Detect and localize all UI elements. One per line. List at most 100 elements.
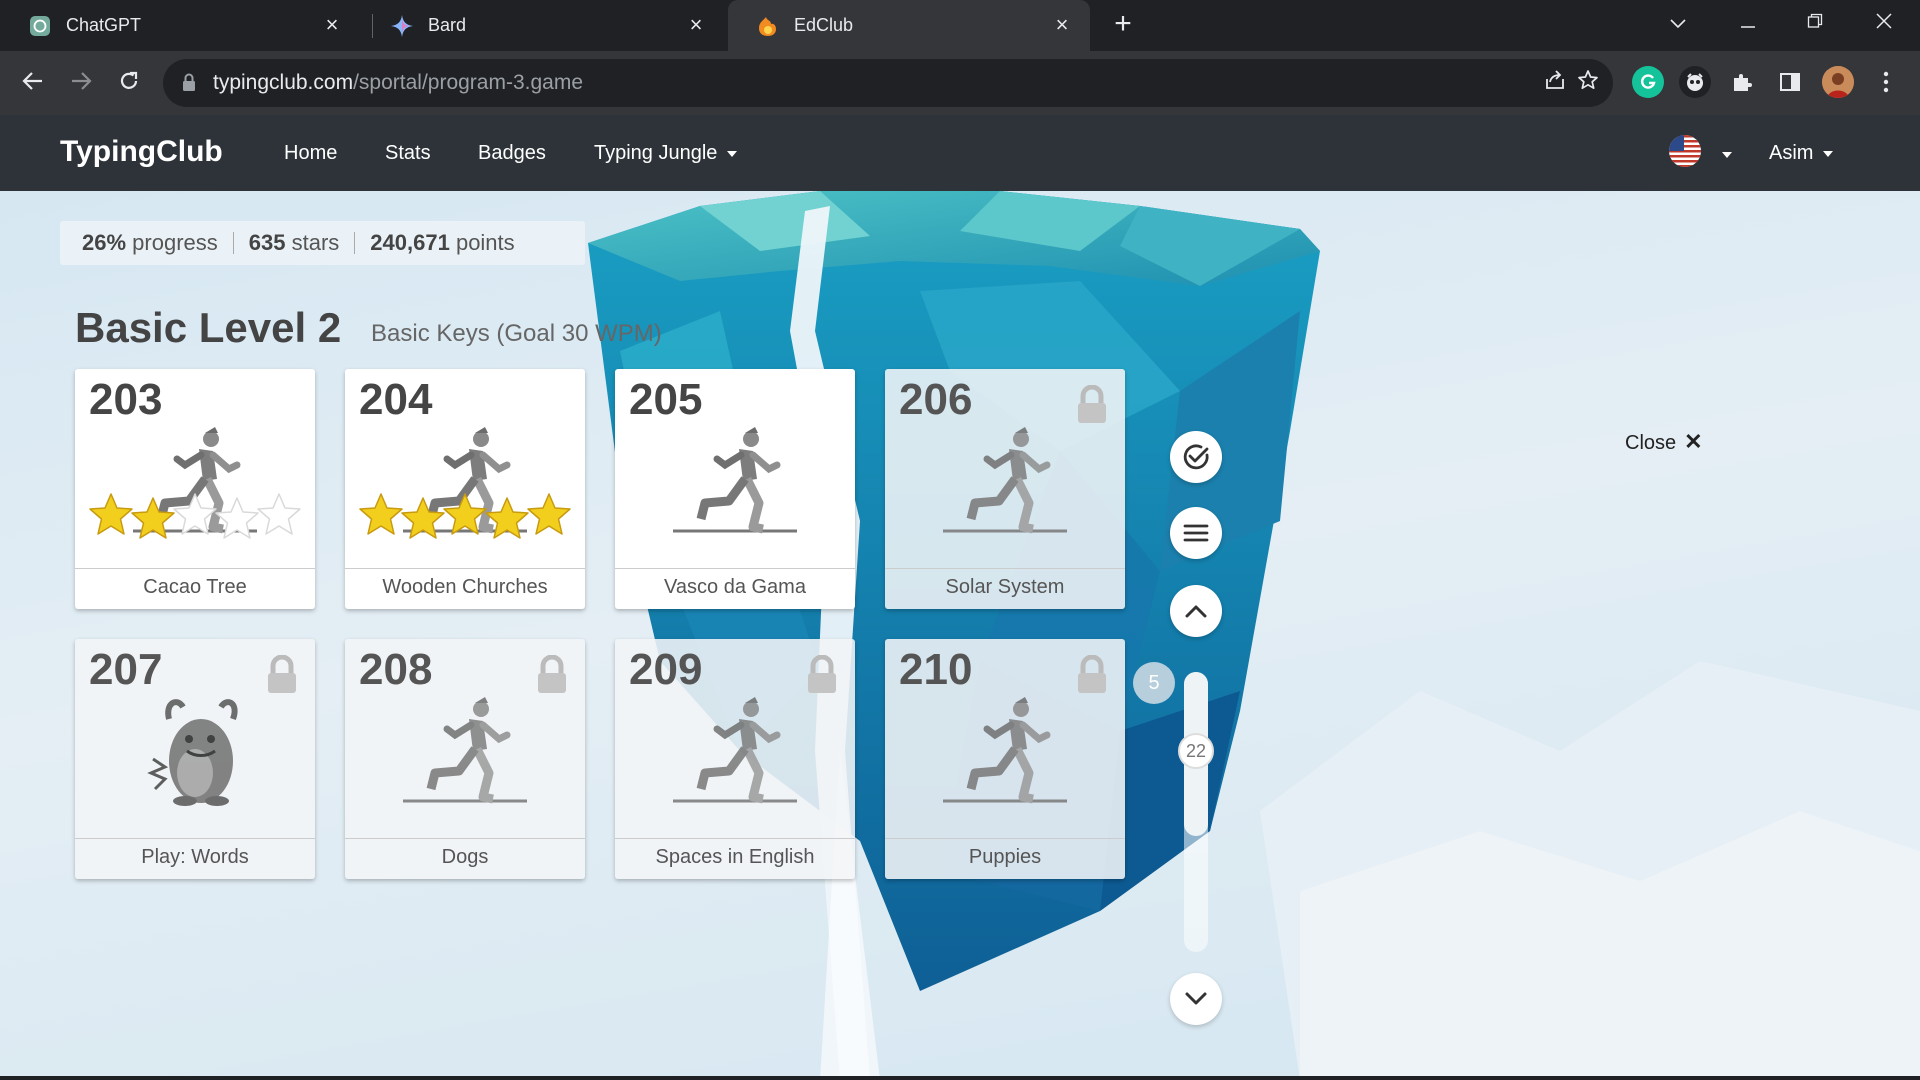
minimize-icon[interactable] [1730, 8, 1766, 38]
hamburger-icon [1183, 524, 1209, 542]
star-empty-icon [171, 491, 219, 544]
stars-value: 635 [248, 230, 286, 255]
level-subtitle: Basic Keys (Goal 30 WPM) [371, 320, 662, 347]
tab-edclub[interactable]: EdClub × [728, 0, 1090, 51]
us-flag-icon[interactable] [1669, 135, 1701, 167]
extension-icon[interactable] [1679, 66, 1711, 98]
lesson-card[interactable]: 204 Wooden Churches [345, 369, 585, 609]
user-menu[interactable]: Asim [1769, 142, 1834, 165]
star-filled-icon [87, 491, 135, 544]
card-divider [885, 568, 1125, 569]
nav-home[interactable]: Home [284, 142, 337, 165]
star-empty-icon [213, 495, 261, 548]
menu-dots-icon[interactable] [1870, 66, 1902, 98]
reload-icon[interactable] [111, 65, 147, 101]
forward-icon[interactable] [63, 65, 99, 101]
url-text[interactable]: typingclub.com/sportal/program-3.game [213, 71, 583, 95]
chevron-down-icon [1185, 992, 1207, 1005]
side-panel-icon[interactable] [1774, 66, 1806, 98]
lesson-card[interactable]: 209 Spaces in English [615, 639, 855, 879]
lesson-card[interactable]: 206 Solar System [885, 369, 1125, 609]
star-filled-icon [399, 495, 447, 548]
lesson-name: Cacao Tree [143, 576, 247, 598]
progress-value: 26% [82, 230, 127, 255]
restore-icon[interactable] [1797, 8, 1833, 38]
address-bar[interactable]: typingclub.com/sportal/program-3.game [163, 59, 1613, 107]
nav-badges[interactable]: Badges [478, 142, 546, 165]
progress-stats-bar: 26% progress 635 stars 240,671 points [60, 221, 585, 265]
lesson-name: Puppies [968, 846, 1042, 868]
lesson-name: Play: Words [141, 846, 249, 868]
new-tab-icon[interactable]: + [1108, 9, 1138, 40]
lesson-number: 206 [899, 375, 973, 424]
bottom-edge [0, 1076, 1920, 1080]
close-window-icon[interactable] [1866, 8, 1902, 38]
lesson-card[interactable]: 203 Cacao Tree [75, 369, 315, 609]
star-filled-icon [129, 495, 177, 548]
grammarly-icon[interactable] [1632, 66, 1664, 98]
lesson-number: 207 [89, 645, 163, 694]
lesson-number: 204 [359, 375, 433, 424]
points-value: 240,671 [370, 230, 450, 255]
bookmark-star-icon[interactable] [1574, 69, 1602, 97]
lesson-card[interactable]: 207 Play: Words [75, 639, 315, 879]
scroll-up-button[interactable] [1170, 585, 1222, 637]
tab-bard[interactable]: Bard × [362, 0, 724, 51]
lock-icon [1075, 384, 1109, 430]
chevron-up-icon [1185, 605, 1207, 618]
scroll-down-button[interactable] [1170, 973, 1222, 1025]
close-button[interactable]: Close ✕ [1625, 429, 1703, 455]
close-tab-icon[interactable]: × [1050, 13, 1074, 37]
card-divider [885, 838, 1125, 839]
stars-label: stars [291, 230, 340, 255]
lock-icon[interactable] [181, 72, 197, 97]
runner-icon [665, 689, 805, 814]
tab-chatgpt[interactable]: ChatGPT × [0, 0, 360, 51]
star-filled-icon [441, 491, 489, 544]
star-filled-icon [357, 491, 405, 544]
close-tab-icon[interactable]: × [320, 13, 344, 37]
close-tab-icon[interactable]: × [684, 13, 708, 37]
runner-icon [665, 419, 805, 544]
lock-icon [265, 654, 299, 700]
lesson-card[interactable]: 210 Puppies [885, 639, 1125, 879]
lesson-name: Solar System [945, 576, 1065, 598]
slider-knob[interactable]: 22 [1178, 733, 1214, 769]
slider-min-badge[interactable]: 5 [1133, 662, 1175, 704]
runner-icon [935, 419, 1075, 544]
card-divider [345, 838, 585, 839]
chevron-down-icon [727, 150, 738, 157]
tab-search-icon[interactable] [1660, 8, 1696, 38]
nav-typing-jungle[interactable]: Typing Jungle [594, 142, 738, 165]
lesson-number: 208 [359, 645, 433, 694]
chatgpt-icon [28, 14, 52, 38]
profile-avatar[interactable] [1822, 66, 1854, 98]
lesson-card[interactable]: 208 Dogs [345, 639, 585, 879]
back-icon[interactable] [15, 65, 51, 101]
lesson-card[interactable]: 205 Vasco da Gama [615, 369, 855, 609]
runner-icon [395, 689, 535, 814]
share-icon[interactable] [1541, 69, 1569, 97]
lesson-name: Vasco da Gama [664, 576, 806, 598]
card-divider [615, 838, 855, 839]
puzzle-extensions-icon[interactable] [1726, 66, 1758, 98]
menu-button[interactable] [1170, 507, 1222, 559]
check-circle-icon [1183, 444, 1209, 470]
lesson-number: 209 [629, 645, 703, 694]
close-label: Close [1625, 432, 1677, 454]
nav-stats[interactable]: Stats [385, 142, 431, 165]
check-progress-button[interactable] [1170, 431, 1222, 483]
monster-icon [125, 689, 265, 814]
card-divider [75, 568, 315, 569]
site-logo[interactable]: TypingClub [60, 135, 223, 169]
language-chevron-down-icon[interactable] [1722, 152, 1732, 158]
tab-title: ChatGPT [66, 15, 142, 35]
user-name: Asim [1769, 142, 1814, 164]
star-filled-icon [525, 491, 573, 544]
browser-tab-bar: ChatGPT × Bard × EdClub × + [0, 0, 1920, 51]
stats-divider [354, 232, 356, 254]
edclub-icon [756, 14, 780, 38]
lesson-name: Spaces in English [655, 846, 815, 868]
lesson-number: 205 [629, 375, 703, 424]
browser-toolbar: typingclub.com/sportal/program-3.game [0, 51, 1920, 115]
